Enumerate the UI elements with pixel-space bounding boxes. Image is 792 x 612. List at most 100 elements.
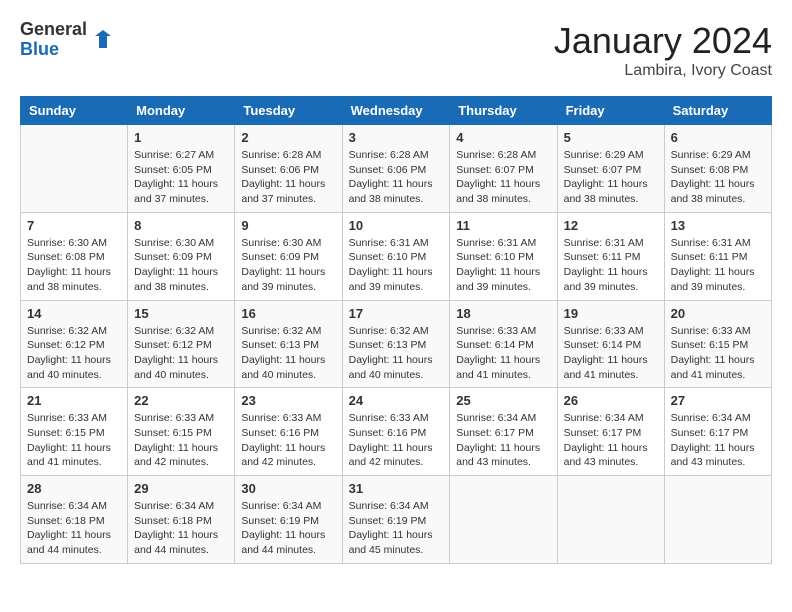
logo: General Blue — [20, 20, 115, 60]
calendar-cell: 10 Sunrise: 6:31 AM Sunset: 6:10 PM Dayli… — [342, 212, 450, 300]
calendar-week-row: 21Sunrise: 6:33 AM Sunset: 6:15 PM Dayli… — [21, 388, 772, 476]
month-title: January 2024 — [554, 20, 772, 62]
day-number: 23 — [241, 393, 335, 408]
cell-content: Sunrise: 6:32 AM Sunset: 6:12 PM Dayligh… — [27, 324, 121, 383]
calendar-cell: 16 Sunrise: 6:32 AM Sunset: 6:13 PM Dayli… — [235, 300, 342, 388]
day-number: 5 — [564, 130, 658, 145]
day-number: 1 — [134, 130, 228, 145]
calendar-cell: 4Sunrise: 6:28 AM Sunset: 6:07 PM Daylig… — [450, 125, 557, 213]
calendar-cell: 20 Sunrise: 6:33 AM Sunset: 6:15 PM Dayli… — [664, 300, 771, 388]
cell-content: Sunrise: 6:34 AM Sunset: 6:17 PM Dayligh… — [671, 411, 765, 470]
calendar-cell: 22 Sunrise: 6:33 AM Sunset: 6:15 PM Dayli… — [128, 388, 235, 476]
calendar-cell: 25 Sunrise: 6:34 AM Sunset: 6:17 PM Dayli… — [450, 388, 557, 476]
day-number: 4 — [456, 130, 550, 145]
calendar-cell: 12 Sunrise: 6:31 AM Sunset: 6:11 PM Dayli… — [557, 212, 664, 300]
calendar-table: SundayMondayTuesdayWednesdayThursdayFrid… — [20, 96, 772, 564]
calendar-cell: 9 Sunrise: 6:30 AM Sunset: 6:09 PM Daylig… — [235, 212, 342, 300]
day-number: 27 — [671, 393, 765, 408]
day-number: 20 — [671, 306, 765, 321]
calendar-cell: 17Sunrise: 6:32 AM Sunset: 6:13 PM Dayli… — [342, 300, 450, 388]
day-header-friday: Friday — [557, 97, 664, 125]
location-title: Lambira, Ivory Coast — [554, 62, 772, 80]
calendar-cell: 6 Sunrise: 6:29 AM Sunset: 6:08 PM Daylig… — [664, 125, 771, 213]
calendar-cell: 30 Sunrise: 6:34 AM Sunset: 6:19 PM Dayli… — [235, 476, 342, 564]
cell-content: Sunrise: 6:28 AM Sunset: 6:06 PM Dayligh… — [349, 148, 444, 207]
cell-content: Sunrise: 6:33 AM Sunset: 6:15 PM Dayligh… — [671, 324, 765, 383]
day-number: 6 — [671, 130, 765, 145]
day-number: 22 — [134, 393, 228, 408]
day-number: 16 — [241, 306, 335, 321]
cell-content: Sunrise: 6:31 AM Sunset: 6:11 PM Dayligh… — [671, 236, 765, 295]
calendar-cell — [557, 476, 664, 564]
cell-content: Sunrise: 6:30 AM Sunset: 6:09 PM Dayligh… — [241, 236, 335, 295]
cell-content: Sunrise: 6:29 AM Sunset: 6:07 PM Dayligh… — [564, 148, 658, 207]
day-number: 9 — [241, 218, 335, 233]
day-number: 8 — [134, 218, 228, 233]
cell-content: Sunrise: 6:34 AM Sunset: 6:18 PM Dayligh… — [27, 499, 121, 558]
calendar-cell: 7 Sunrise: 6:30 AM Sunset: 6:08 PM Daylig… — [21, 212, 128, 300]
cell-content: Sunrise: 6:34 AM Sunset: 6:19 PM Dayligh… — [241, 499, 335, 558]
cell-content: Sunrise: 6:30 AM Sunset: 6:08 PM Dayligh… — [27, 236, 121, 295]
logo-blue-text: Blue — [20, 40, 87, 60]
calendar-cell: 8 Sunrise: 6:30 AM Sunset: 6:09 PM Daylig… — [128, 212, 235, 300]
calendar-cell: 28 Sunrise: 6:34 AM Sunset: 6:18 PM Dayli… — [21, 476, 128, 564]
cell-content: Sunrise: 6:31 AM Sunset: 6:10 PM Dayligh… — [349, 236, 444, 295]
calendar-cell: 11 Sunrise: 6:31 AM Sunset: 6:10 PM Dayli… — [450, 212, 557, 300]
day-header-wednesday: Wednesday — [342, 97, 450, 125]
calendar-cell: 21Sunrise: 6:33 AM Sunset: 6:15 PM Dayli… — [21, 388, 128, 476]
day-number: 19 — [564, 306, 658, 321]
calendar-header-row: SundayMondayTuesdayWednesdayThursdayFrid… — [21, 97, 772, 125]
cell-content: Sunrise: 6:27 AM Sunset: 6:05 PM Dayligh… — [134, 148, 228, 207]
cell-content: Sunrise: 6:29 AM Sunset: 6:08 PM Dayligh… — [671, 148, 765, 207]
calendar-cell: 2Sunrise: 6:28 AM Sunset: 6:06 PM Daylig… — [235, 125, 342, 213]
day-number: 15 — [134, 306, 228, 321]
calendar-cell — [450, 476, 557, 564]
cell-content: Sunrise: 6:33 AM Sunset: 6:15 PM Dayligh… — [134, 411, 228, 470]
day-header-tuesday: Tuesday — [235, 97, 342, 125]
calendar-cell: 26 Sunrise: 6:34 AM Sunset: 6:17 PM Dayli… — [557, 388, 664, 476]
day-number: 7 — [27, 218, 121, 233]
day-header-sunday: Sunday — [21, 97, 128, 125]
day-number: 25 — [456, 393, 550, 408]
day-number: 11 — [456, 218, 550, 233]
calendar-cell: 1 Sunrise: 6:27 AM Sunset: 6:05 PM Daylig… — [128, 125, 235, 213]
day-number: 26 — [564, 393, 658, 408]
day-number: 13 — [671, 218, 765, 233]
page-header: General Blue January 2024 Lambira, Ivory… — [20, 20, 772, 80]
cell-content: Sunrise: 6:34 AM Sunset: 6:18 PM Dayligh… — [134, 499, 228, 558]
calendar-week-row: 14Sunrise: 6:32 AM Sunset: 6:12 PM Dayli… — [21, 300, 772, 388]
calendar-week-row: 1 Sunrise: 6:27 AM Sunset: 6:05 PM Daylig… — [21, 125, 772, 213]
calendar-week-row: 7 Sunrise: 6:30 AM Sunset: 6:08 PM Daylig… — [21, 212, 772, 300]
cell-content: Sunrise: 6:33 AM Sunset: 6:16 PM Dayligh… — [241, 411, 335, 470]
day-number: 10 — [349, 218, 444, 233]
cell-content: Sunrise: 6:31 AM Sunset: 6:10 PM Dayligh… — [456, 236, 550, 295]
cell-content: Sunrise: 6:33 AM Sunset: 6:16 PM Dayligh… — [349, 411, 444, 470]
day-header-thursday: Thursday — [450, 97, 557, 125]
day-number: 30 — [241, 481, 335, 496]
calendar-cell: 19Sunrise: 6:33 AM Sunset: 6:14 PM Dayli… — [557, 300, 664, 388]
day-number: 31 — [349, 481, 444, 496]
logo-icon — [91, 28, 115, 52]
day-number: 12 — [564, 218, 658, 233]
calendar-cell: 14Sunrise: 6:32 AM Sunset: 6:12 PM Dayli… — [21, 300, 128, 388]
cell-content: Sunrise: 6:31 AM Sunset: 6:11 PM Dayligh… — [564, 236, 658, 295]
cell-content: Sunrise: 6:32 AM Sunset: 6:13 PM Dayligh… — [241, 324, 335, 383]
cell-content: Sunrise: 6:32 AM Sunset: 6:12 PM Dayligh… — [134, 324, 228, 383]
calendar-cell: 15 Sunrise: 6:32 AM Sunset: 6:12 PM Dayli… — [128, 300, 235, 388]
calendar-week-row: 28 Sunrise: 6:34 AM Sunset: 6:18 PM Dayli… — [21, 476, 772, 564]
day-number: 2 — [241, 130, 335, 145]
day-number: 3 — [349, 130, 444, 145]
calendar-cell: 27 Sunrise: 6:34 AM Sunset: 6:17 PM Dayli… — [664, 388, 771, 476]
calendar-cell: 24 Sunrise: 6:33 AM Sunset: 6:16 PM Dayli… — [342, 388, 450, 476]
day-number: 17 — [349, 306, 444, 321]
title-block: January 2024 Lambira, Ivory Coast — [554, 20, 772, 80]
calendar-cell — [664, 476, 771, 564]
cell-content: Sunrise: 6:33 AM Sunset: 6:14 PM Dayligh… — [456, 324, 550, 383]
cell-content: Sunrise: 6:30 AM Sunset: 6:09 PM Dayligh… — [134, 236, 228, 295]
calendar-cell: 31Sunrise: 6:34 AM Sunset: 6:19 PM Dayli… — [342, 476, 450, 564]
day-number: 24 — [349, 393, 444, 408]
calendar-cell: 29Sunrise: 6:34 AM Sunset: 6:18 PM Dayli… — [128, 476, 235, 564]
cell-content: Sunrise: 6:34 AM Sunset: 6:17 PM Dayligh… — [564, 411, 658, 470]
cell-content: Sunrise: 6:34 AM Sunset: 6:17 PM Dayligh… — [456, 411, 550, 470]
day-number: 28 — [27, 481, 121, 496]
